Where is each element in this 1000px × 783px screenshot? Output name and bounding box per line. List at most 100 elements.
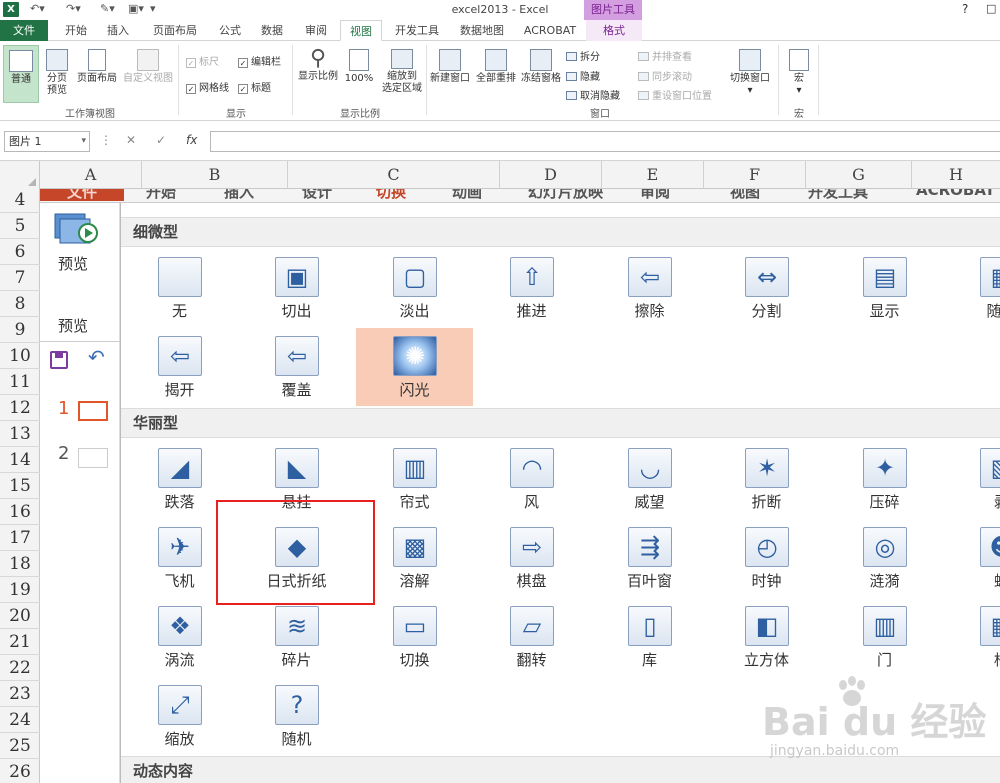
transition-subtle-row2-1[interactable]: ⇦ 覆盖 bbox=[238, 328, 355, 406]
transition-subtle-row2-0[interactable]: ⇦ 揭开 bbox=[121, 328, 238, 406]
column-header-c[interactable]: C bbox=[288, 161, 500, 189]
tab-review[interactable]: 审阅 bbox=[296, 20, 336, 41]
zoom-100-button[interactable]: 100% bbox=[342, 49, 376, 85]
formula-bar-splitter-icon[interactable]: ⋮ bbox=[100, 133, 112, 147]
transition-exciting-row4-0[interactable]: ⤢ 缩放 bbox=[121, 677, 238, 755]
row-header-15[interactable]: 15 bbox=[0, 473, 40, 499]
zoom-selection-button[interactable]: 缩放到 选定区域 bbox=[378, 49, 426, 95]
transition-exciting-row2-4[interactable]: ⇶ 百叶窗 bbox=[591, 519, 708, 597]
row-header-17[interactable]: 17 bbox=[0, 525, 40, 551]
transition-subtle-row1-0[interactable]: 无 bbox=[121, 249, 238, 327]
headings-checkbox[interactable]: ✓ 标题 bbox=[238, 79, 271, 94]
transition-exciting-row3-4[interactable]: ▯ 库 bbox=[591, 598, 708, 676]
row-header-21[interactable]: 21 bbox=[0, 629, 40, 655]
column-header-h[interactable]: H bbox=[912, 161, 1000, 189]
row-header-13[interactable]: 13 bbox=[0, 421, 40, 447]
row-header-25[interactable]: 25 bbox=[0, 733, 40, 759]
name-box[interactable]: 图片 1 ▾ bbox=[4, 131, 90, 152]
transition-subtle-row1-3[interactable]: ⇧ 推进 bbox=[473, 249, 590, 327]
unhide-button[interactable]: 取消隐藏 bbox=[566, 87, 620, 102]
row-header-22[interactable]: 22 bbox=[0, 655, 40, 681]
transition-exciting-row1-6[interactable]: ✦ 压碎 bbox=[826, 440, 943, 518]
tab-view[interactable]: 视图 bbox=[340, 20, 382, 41]
transition-exciting-row2-7[interactable]: ☻蜂 bbox=[943, 519, 1000, 597]
transition-exciting-row1-7[interactable]: ▧剥 bbox=[943, 440, 1000, 518]
transition-exciting-row2-5[interactable]: ◴ 时钟 bbox=[708, 519, 825, 597]
normal-view-button[interactable]: 普通 bbox=[3, 45, 39, 103]
switch-windows-button[interactable]: 切换窗口 ▾ bbox=[726, 49, 774, 97]
tab-data[interactable]: 数据 bbox=[252, 20, 292, 41]
tab-formulas[interactable]: 公式 bbox=[210, 20, 250, 41]
tab-file[interactable]: 文件 bbox=[0, 20, 48, 41]
column-header-g[interactable]: G bbox=[806, 161, 912, 189]
reset-window-button[interactable]: 重设窗口位置 bbox=[638, 87, 712, 102]
tab-home[interactable]: 开始 bbox=[56, 20, 96, 41]
page-break-preview-button[interactable]: 分页 预览 bbox=[42, 49, 72, 97]
restore-button[interactable]: □ bbox=[986, 2, 996, 15]
row-header-26[interactable]: 26 bbox=[0, 759, 40, 783]
column-header-f[interactable]: F bbox=[704, 161, 806, 189]
tab-acrobat[interactable]: ACROBAT bbox=[518, 20, 582, 41]
formula-bar-checkbox[interactable]: ✓ 编辑栏 bbox=[238, 53, 281, 68]
select-all-corner[interactable] bbox=[0, 161, 40, 189]
transition-exciting-row3-5[interactable]: ◧ 立方体 bbox=[708, 598, 825, 676]
row-header-16[interactable]: 16 bbox=[0, 499, 40, 525]
transition-exciting-row2-3[interactable]: ⇨ 棋盘 bbox=[473, 519, 590, 597]
row-header-7[interactable]: 7 bbox=[0, 265, 40, 291]
transition-subtle-row1-6[interactable]: ▤ 显示 bbox=[826, 249, 943, 327]
ruler-checkbox[interactable]: ✓ 标尺 bbox=[186, 53, 219, 68]
transition-subtle-row1-7[interactable]: ▦ 随机 bbox=[943, 249, 1000, 327]
new-window-button[interactable]: 新建窗口 bbox=[428, 49, 472, 85]
macros-button[interactable]: 宏 ▾ bbox=[784, 49, 814, 97]
transition-subtle-row1-1[interactable]: ▣ 切出 bbox=[238, 249, 355, 327]
column-header-d[interactable]: D bbox=[500, 161, 602, 189]
transition-subtle-row1-2[interactable]: ▢ 淡出 bbox=[356, 249, 473, 327]
transition-subtle-row1-5[interactable]: ⇔ 分割 bbox=[708, 249, 825, 327]
freeze-panes-button[interactable]: 冻结窗格 bbox=[518, 49, 564, 85]
row-header-10[interactable]: 10 bbox=[0, 343, 40, 369]
sync-scroll-button[interactable]: 同步滚动 bbox=[638, 68, 692, 83]
enter-icon[interactable]: ✓ bbox=[156, 133, 166, 147]
tab-developer[interactable]: 开发工具 bbox=[388, 20, 446, 41]
transition-exciting-row3-7[interactable]: ▦框 bbox=[943, 598, 1000, 676]
zoom-button[interactable]: ⚲ 显示比例 bbox=[296, 47, 340, 83]
transition-exciting-row3-0[interactable]: ❖ 涡流 bbox=[121, 598, 238, 676]
transition-exciting-row1-4[interactable]: ◡ 威望 bbox=[591, 440, 708, 518]
row-header-12[interactable]: 12 bbox=[0, 395, 40, 421]
row-header-14[interactable]: 14 bbox=[0, 447, 40, 473]
row-header-5[interactable]: 5 bbox=[0, 213, 40, 239]
row-header-20[interactable]: 20 bbox=[0, 603, 40, 629]
split-button[interactable]: 拆分 bbox=[566, 48, 600, 63]
view-side-by-side-button[interactable]: 并排查看 bbox=[638, 48, 692, 63]
tab-insert[interactable]: 插入 bbox=[98, 20, 138, 41]
insert-function-icon[interactable]: fx bbox=[186, 133, 197, 147]
transition-subtle-row1-4[interactable]: ⇦ 擦除 bbox=[591, 249, 708, 327]
column-header-a[interactable]: A bbox=[40, 161, 142, 189]
tab-format[interactable]: 格式 bbox=[586, 20, 642, 41]
arrange-all-button[interactable]: 全部重排 bbox=[474, 49, 518, 85]
transition-exciting-row3-1[interactable]: ≋ 碎片 bbox=[238, 598, 355, 676]
row-header-19[interactable]: 19 bbox=[0, 577, 40, 603]
transition-exciting-row3-2[interactable]: ▭ 切换 bbox=[356, 598, 473, 676]
transition-exciting-row1-5[interactable]: ✶ 折断 bbox=[708, 440, 825, 518]
hide-button[interactable]: 隐藏 bbox=[566, 68, 600, 83]
row-header-9[interactable]: 9 bbox=[0, 317, 40, 343]
page-layout-view-button[interactable]: 页面布局 bbox=[74, 49, 120, 85]
row-header-24[interactable]: 24 bbox=[0, 707, 40, 733]
tab-page-layout[interactable]: 页面布局 bbox=[144, 20, 206, 41]
formula-input[interactable] bbox=[210, 131, 1000, 152]
cancel-icon[interactable]: ✕ bbox=[126, 133, 136, 147]
transition-exciting-row3-3[interactable]: ▱ 翻转 bbox=[473, 598, 590, 676]
tab-data-map[interactable]: 数据地图 bbox=[452, 20, 512, 41]
row-header-8[interactable]: 8 bbox=[0, 291, 40, 317]
row-header-4[interactable]: 4 bbox=[0, 187, 40, 213]
transition-exciting-row3-6[interactable]: ▥ 门 bbox=[826, 598, 943, 676]
row-header-18[interactable]: 18 bbox=[0, 551, 40, 577]
transition-subtle-row2-2[interactable]: ✺ 闪光 bbox=[356, 328, 473, 406]
gridlines-checkbox[interactable]: ✓ 网格线 bbox=[186, 79, 229, 94]
row-header-6[interactable]: 6 bbox=[0, 239, 40, 265]
name-box-dropdown-icon[interactable]: ▾ bbox=[81, 132, 86, 151]
embedded-picture[interactable]: 文件 开始 插入 设计 切换 动画 幻灯片放映 审阅 视图 开发工具 ACROB… bbox=[40, 189, 1000, 783]
row-header-11[interactable]: 11 bbox=[0, 369, 40, 395]
transition-exciting-row2-6[interactable]: ◎ 涟漪 bbox=[826, 519, 943, 597]
